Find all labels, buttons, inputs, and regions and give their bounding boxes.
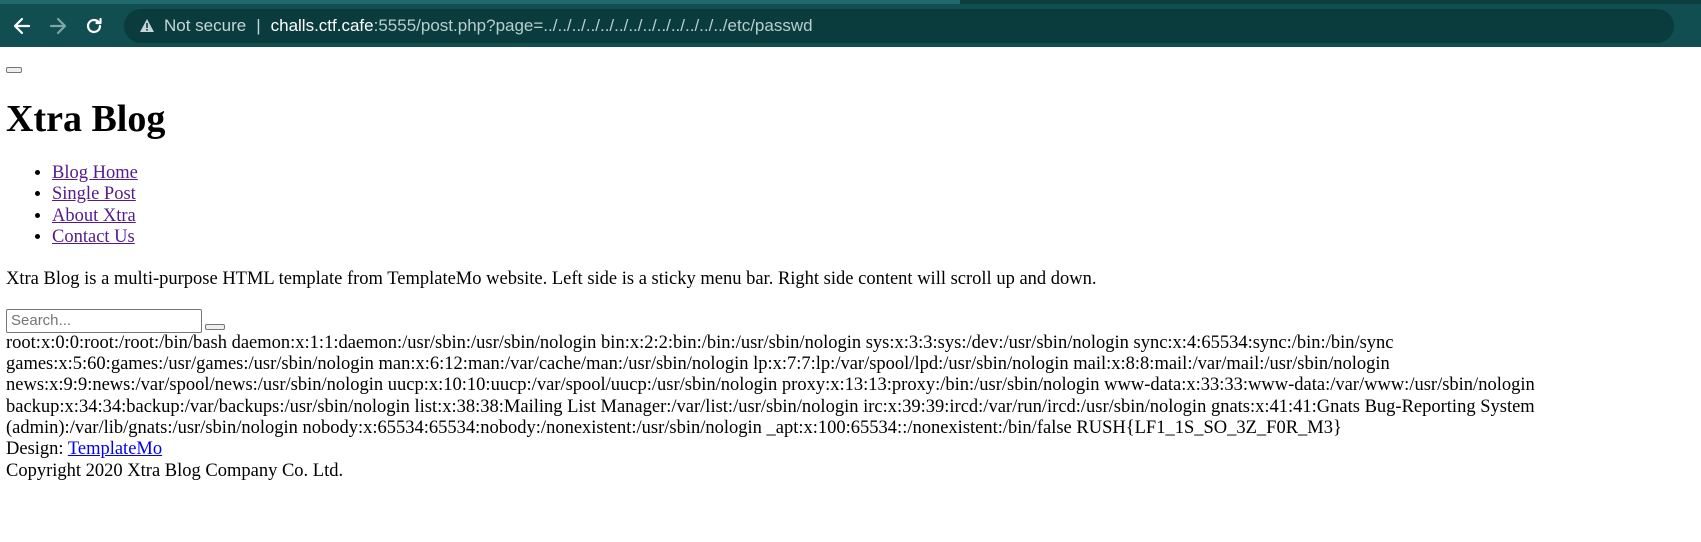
site-intro: Xtra Blog is a multi-purpose HTML templa…: [6, 268, 1097, 289]
nav-item: Contact Us: [52, 227, 1701, 249]
menu-toggle-button[interactable]: [6, 67, 22, 73]
warning-triangle-icon[interactable]: [138, 17, 156, 35]
nav-link-contact-us[interactable]: Contact Us: [52, 227, 135, 247]
site-title: Xtra Blog: [6, 98, 166, 140]
browser-toolbar: Not secure | challs.ctf.cafe:5555/post.p…: [0, 0, 1701, 47]
copyright: Copyright 2020 Xtra Blog Company Co. Ltd…: [6, 460, 344, 481]
forward-arrow-icon[interactable]: [40, 8, 76, 44]
nav-item: About Xtra: [52, 206, 1701, 228]
search-input[interactable]: [6, 308, 202, 333]
tab-strip-accent: [0, 0, 960, 4]
design-credit: Design: TemplateMo: [6, 439, 1701, 460]
nav-item: Blog Home: [52, 163, 1701, 185]
not-secure-label[interactable]: Not secure: [164, 16, 246, 36]
templatemo-link[interactable]: TemplateMo: [68, 439, 162, 459]
nav-link-about-xtra[interactable]: About Xtra: [52, 206, 136, 226]
page-content: Xtra Blog Blog Home Single Post About Xt…: [0, 67, 1701, 482]
address-separator: |: [256, 15, 261, 35]
design-label: Design:: [6, 439, 68, 460]
nav-link-single-post[interactable]: Single Post: [52, 184, 136, 204]
nav-menu: Blog Home Single Post About Xtra Contact…: [6, 163, 1701, 249]
nav-link-blog-home[interactable]: Blog Home: [52, 163, 138, 183]
address-bar[interactable]: Not secure | challs.ctf.cafe:5555/post.p…: [124, 8, 1674, 43]
url-path[interactable]: :5555/post.php?page=../../../../../../..…: [374, 16, 813, 36]
search-button[interactable]: [205, 323, 225, 330]
nav-item: Single Post: [52, 184, 1701, 206]
search-form: [6, 308, 1701, 333]
url-host[interactable]: challs.ctf.cafe: [271, 16, 374, 36]
reload-icon[interactable]: [76, 8, 112, 44]
back-arrow-icon[interactable]: [4, 8, 40, 44]
included-file-output: root:x:0:0:root:/root:/bin/bash daemon:x…: [6, 332, 1535, 438]
